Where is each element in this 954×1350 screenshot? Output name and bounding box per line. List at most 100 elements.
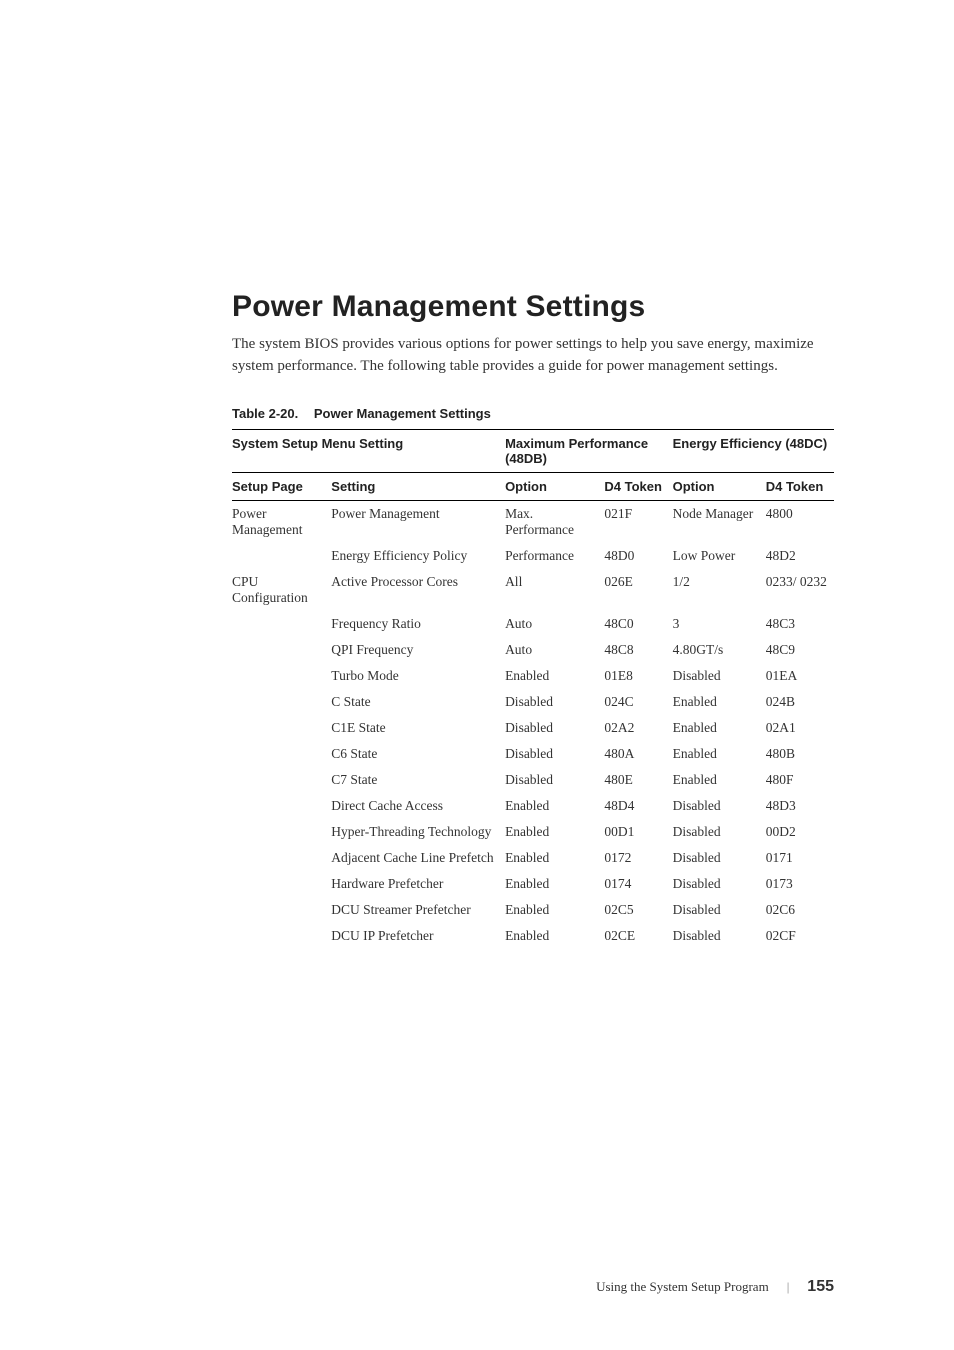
header-energy: Energy Efficiency (48DC) [673, 429, 834, 472]
table-row: Energy Efficiency PolicyPerformance48D0L… [232, 543, 834, 569]
table-row: C7 StateDisabled480EEnabled480F [232, 767, 834, 793]
table-body: Power ManagementPower ManagementMax. Per… [232, 500, 834, 949]
table-row: DCU IP PrefetcherEnabled02CEDisabled02CF [232, 923, 834, 949]
setup-page-cell [232, 897, 331, 923]
option2-cell: Enabled [673, 767, 766, 793]
token1-cell: 48C8 [604, 637, 672, 663]
table-row: Adjacent Cache Line PrefetchEnabled0172D… [232, 845, 834, 871]
setting-cell: QPI Frequency [331, 637, 505, 663]
token1-cell: 480A [604, 741, 672, 767]
setting-cell: Frequency Ratio [331, 611, 505, 637]
setup-page-cell [232, 845, 331, 871]
table-row: C6 StateDisabled480AEnabled480B [232, 741, 834, 767]
header-group: System Setup Menu Setting [232, 429, 505, 472]
table-row: Turbo ModeEnabled01E8Disabled01EA [232, 663, 834, 689]
token1-cell: 0174 [604, 871, 672, 897]
token2-cell: 48C9 [766, 637, 834, 663]
option2-cell: Disabled [673, 871, 766, 897]
option2-cell: Disabled [673, 845, 766, 871]
settings-table: System Setup Menu Setting Maximum Perfor… [232, 429, 834, 949]
token2-cell: 48C3 [766, 611, 834, 637]
setting-cell: C State [331, 689, 505, 715]
token2-cell: 00D2 [766, 819, 834, 845]
option1-cell: Enabled [505, 871, 604, 897]
token1-cell: 48D4 [604, 793, 672, 819]
option1-cell: Disabled [505, 767, 604, 793]
token1-cell: 480E [604, 767, 672, 793]
option2-cell: 3 [673, 611, 766, 637]
option1-cell: Max. Performance [505, 500, 604, 543]
token1-cell: 024C [604, 689, 672, 715]
option2-cell: Disabled [673, 663, 766, 689]
table-caption: Table 2-20. Power Management Settings [232, 406, 834, 421]
table-row: QPI FrequencyAuto48C84.80GT/s48C9 [232, 637, 834, 663]
option1-cell: All [505, 569, 604, 611]
section-heading: Power Management Settings [232, 290, 834, 324]
token2-cell: 02C6 [766, 897, 834, 923]
table-row: Direct Cache AccessEnabled48D4Disabled48… [232, 793, 834, 819]
header-option-2: Option [673, 472, 766, 500]
token2-cell: 02CF [766, 923, 834, 949]
table-row: Hardware PrefetcherEnabled0174Disabled01… [232, 871, 834, 897]
token1-cell: 02A2 [604, 715, 672, 741]
option1-cell: Enabled [505, 845, 604, 871]
setup-page-cell [232, 923, 331, 949]
token2-cell: 48D2 [766, 543, 834, 569]
page-footer: Using the System Setup Program | 155 [596, 1278, 834, 1296]
option2-cell: Disabled [673, 923, 766, 949]
setting-cell: Energy Efficiency Policy [331, 543, 505, 569]
header-token-2: D4 Token [766, 472, 834, 500]
setup-page-cell: Power Management [232, 500, 331, 543]
table-row: C StateDisabled024CEnabled024B [232, 689, 834, 715]
intro-paragraph: The system BIOS provides various options… [232, 334, 834, 378]
token1-cell: 02CE [604, 923, 672, 949]
token1-cell: 48C0 [604, 611, 672, 637]
option2-cell: Low Power [673, 543, 766, 569]
token2-cell: 02A1 [766, 715, 834, 741]
table-row: Hyper-Threading TechnologyEnabled00D1Dis… [232, 819, 834, 845]
setting-cell: C1E State [331, 715, 505, 741]
token1-cell: 48D0 [604, 543, 672, 569]
setting-cell: Direct Cache Access [331, 793, 505, 819]
page-number: 155 [807, 1278, 834, 1296]
token2-cell: 4800 [766, 500, 834, 543]
table-title: Power Management Settings [314, 406, 491, 421]
header-maxperf: Maximum Performance (48DB) [505, 429, 673, 472]
option2-cell: Enabled [673, 715, 766, 741]
token1-cell: 0172 [604, 845, 672, 871]
option1-cell: Enabled [505, 923, 604, 949]
token2-cell: 480B [766, 741, 834, 767]
setup-page-cell [232, 767, 331, 793]
option1-cell: Performance [505, 543, 604, 569]
token2-cell: 01EA [766, 663, 834, 689]
option2-cell: Disabled [673, 897, 766, 923]
table-row: Power ManagementPower ManagementMax. Per… [232, 500, 834, 543]
header-option-1: Option [505, 472, 604, 500]
setup-page-cell [232, 871, 331, 897]
footer-text: Using the System Setup Program [596, 1279, 769, 1295]
setting-cell: DCU Streamer Prefetcher [331, 897, 505, 923]
table-number: Table 2-20. [232, 406, 298, 421]
option1-cell: Enabled [505, 897, 604, 923]
token1-cell: 021F [604, 500, 672, 543]
table-row: DCU Streamer PrefetcherEnabled02C5Disabl… [232, 897, 834, 923]
token1-cell: 01E8 [604, 663, 672, 689]
setup-page-cell [232, 819, 331, 845]
footer-separator: | [787, 1279, 790, 1295]
setup-page-cell [232, 715, 331, 741]
table-row: CPU ConfigurationActive Processor CoresA… [232, 569, 834, 611]
setting-cell: C7 State [331, 767, 505, 793]
setting-cell: Active Processor Cores [331, 569, 505, 611]
setup-page-cell: CPU Configuration [232, 569, 331, 611]
option2-cell: Disabled [673, 793, 766, 819]
option1-cell: Enabled [505, 793, 604, 819]
token2-cell: 0173 [766, 871, 834, 897]
setting-cell: C6 State [331, 741, 505, 767]
token2-cell: 0171 [766, 845, 834, 871]
token2-cell: 0233/ 0232 [766, 569, 834, 611]
option2-cell: Disabled [673, 819, 766, 845]
page: Power Management Settings The system BIO… [0, 0, 954, 1350]
token1-cell: 00D1 [604, 819, 672, 845]
option1-cell: Enabled [505, 819, 604, 845]
setting-cell: Hardware Prefetcher [331, 871, 505, 897]
